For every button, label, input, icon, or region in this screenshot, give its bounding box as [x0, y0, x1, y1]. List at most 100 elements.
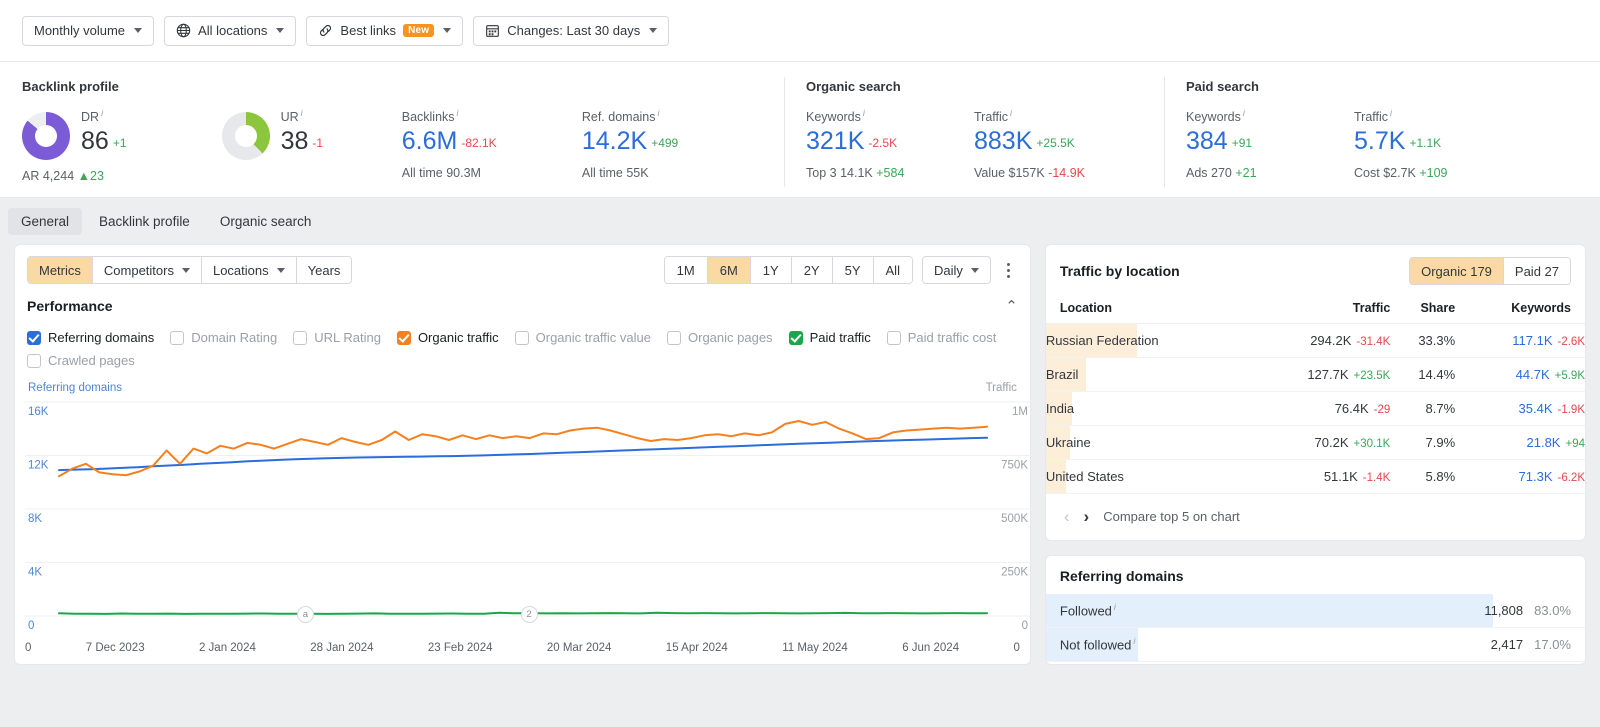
info-icon[interactable]: i [301, 108, 303, 118]
metric-ref-domains: Ref. domains i 14.2K +499 All time 55K [582, 108, 762, 180]
sub-label: Top 3 [806, 166, 837, 181]
range-5y[interactable]: 5Y [832, 257, 874, 283]
filter-all-locations[interactable]: All locations [164, 15, 297, 46]
col-traffic[interactable]: Traffic [1244, 295, 1391, 324]
checkbox-url-rating[interactable]: URL Rating [293, 326, 381, 349]
tab-organic-search[interactable]: Organic search [207, 208, 325, 235]
col-keywords[interactable]: Keywords [1455, 295, 1585, 324]
row-value[interactable]: 2,417 [1491, 637, 1524, 652]
col-location[interactable]: Location [1045, 295, 1245, 324]
view-tab-locations[interactable]: Locations [201, 257, 297, 283]
metrics-strip: Backlink profile DR i 86 +1 AR 4,244 ▲23 U… [0, 62, 1600, 198]
sub-value: 55K [626, 166, 649, 181]
table-row[interactable]: United States 51.1K -1.4K 5.8% 71.3K -6.2K [1045, 459, 1585, 494]
checkbox-domain-rating[interactable]: Domain Rating [170, 326, 277, 349]
metric-label: Traffic [974, 110, 1009, 125]
keywords-cell[interactable]: 71.3K -6.2K [1455, 459, 1585, 494]
toggle-paid[interactable]: Paid 27 [1503, 258, 1570, 284]
info-icon[interactable]: i [1390, 108, 1392, 118]
keywords-cell[interactable]: 21.8K +94 [1455, 425, 1585, 460]
row-value[interactable]: 11,808 [1484, 603, 1523, 618]
keywords-cell[interactable]: 117.1K -2.6K [1455, 323, 1585, 358]
list-item[interactable]: Followed i 11,808 83.0% [1045, 594, 1585, 628]
filter-monthly-volume[interactable]: Monthly volume [22, 15, 155, 46]
tab-general[interactable]: General [8, 207, 83, 235]
location-name[interactable]: Russian Federation [1046, 333, 1159, 348]
metric-delta: +91 [1231, 136, 1253, 151]
next-page-button[interactable]: › [1084, 508, 1090, 525]
metric-label: Traffic [1354, 110, 1389, 125]
ur-donut-chart [221, 112, 270, 160]
checkbox-label: Paid traffic [809, 330, 871, 345]
x-tick-label: 7 Dec 2023 [85, 642, 145, 654]
table-row[interactable]: Brazil 127.7K +23.5K 14.4% 44.7K +5.9K [1045, 357, 1585, 392]
filter-best-links[interactable]: Best links New [306, 15, 464, 46]
list-item[interactable]: Not followed i 2,417 17.0% [1045, 628, 1585, 662]
range-1m[interactable]: 1M [664, 257, 708, 283]
view-tab-metrics[interactable]: Metrics [28, 257, 93, 283]
table-row[interactable]: Ukraine 70.2K +30.1K 7.9% 21.8K +94 [1045, 425, 1585, 460]
checkbox-organic-traffic[interactable]: Organic traffic [396, 326, 499, 349]
table-row[interactable]: India 76.4K -29 8.7% 35.4K -1.9K [1045, 391, 1585, 426]
traffic-delta: -1.4K [1362, 472, 1391, 484]
table-row[interactable]: Russian Federation 294.2K -31.4K 33.3% 11… [1045, 323, 1585, 358]
metric-value[interactable]: 5.7K [1354, 127, 1405, 155]
checkbox-label: Domain Rating [191, 330, 278, 345]
checkbox-referring-domains[interactable]: Referring domains [27, 326, 154, 349]
section-tabs: General Backlink profile Organic search [0, 198, 1600, 244]
info-icon[interactable]: i [863, 108, 865, 118]
filter-changes[interactable]: Changes: Last 30 days [473, 15, 670, 46]
panel-header: Traffic by location Organic 179 Paid 27 [1046, 245, 1585, 295]
metric-value[interactable]: 384 [1186, 127, 1228, 155]
metric-value[interactable]: 321K [806, 127, 864, 155]
referring-domains-panel: Referring domains Followed i 11,808 83.0%… [1044, 555, 1586, 665]
checkbox-organic-traffic-value[interactable]: Organic traffic value [514, 326, 651, 349]
compare-top5-link[interactable]: Compare top 5 on chart [1103, 509, 1240, 524]
keywords-cell[interactable]: 44.7K +5.9K [1455, 357, 1585, 392]
keywords-cell[interactable]: 35.4K -1.9K [1455, 391, 1585, 426]
link-icon [318, 23, 333, 38]
range-2y[interactable]: 2Y [791, 257, 833, 283]
location-name[interactable]: Brazil [1046, 367, 1079, 382]
checkbox-crawled-pages[interactable]: Crawled pages [27, 349, 1018, 372]
chevron-up-icon[interactable]: ⌃ [1005, 299, 1018, 314]
tab-backlink-profile[interactable]: Backlink profile [86, 208, 203, 235]
svg-text:16K: 16K [28, 406, 49, 418]
checkbox-paid-traffic-cost[interactable]: Paid traffic cost [886, 326, 996, 349]
prev-page-button[interactable]: ‹ [1064, 508, 1070, 525]
checkbox-organic-pages[interactable]: Organic pages [667, 326, 773, 349]
sub-delta: +584 [876, 166, 905, 181]
granularity-daily[interactable]: Daily [922, 257, 990, 283]
toggle-organic[interactable]: Organic 179 [1410, 258, 1504, 284]
info-icon[interactable]: i [457, 108, 459, 118]
checkbox-paid-traffic[interactable]: Paid traffic [788, 326, 871, 349]
location-name[interactable]: Ukraine [1046, 435, 1091, 450]
info-icon[interactable]: i [1114, 602, 1116, 612]
info-icon[interactable]: i [658, 108, 660, 118]
view-tab-years[interactable]: Years [296, 257, 352, 283]
metric-label: Keywords [806, 110, 861, 125]
metric-value[interactable]: 6.6M [402, 127, 458, 155]
info-icon[interactable]: i [101, 108, 103, 118]
chart-annotation-marker[interactable]: 2 [520, 606, 538, 623]
info-icon[interactable]: i [1243, 108, 1245, 118]
location-name[interactable]: United States [1046, 469, 1124, 484]
traffic-cell: 76.4K -29 [1244, 391, 1391, 426]
col-share[interactable]: Share [1390, 295, 1456, 324]
range-all[interactable]: All [873, 257, 912, 283]
metric-delta: +25.5K [1036, 136, 1075, 151]
metric-value[interactable]: 883K [974, 127, 1032, 155]
location-cell: India [1045, 391, 1245, 426]
info-icon[interactable]: i [1010, 108, 1012, 118]
metric-delta: -2.5K [868, 136, 898, 151]
performance-chart[interactable]: Referring domains Traffic 16K 1M 12K 750K 8K… [15, 380, 1031, 638]
metric-value[interactable]: 14.2K [582, 127, 647, 155]
granularity-label: Daily [933, 262, 963, 278]
info-icon[interactable]: i [1133, 636, 1135, 646]
chart-annotation-marker[interactable]: a [296, 606, 314, 623]
view-tab-competitors[interactable]: Competitors [92, 257, 202, 283]
kebab-icon[interactable] [1000, 259, 1018, 282]
range-6m[interactable]: 6M [707, 257, 751, 283]
range-1y[interactable]: 1Y [750, 257, 792, 283]
location-name[interactable]: India [1046, 401, 1074, 416]
